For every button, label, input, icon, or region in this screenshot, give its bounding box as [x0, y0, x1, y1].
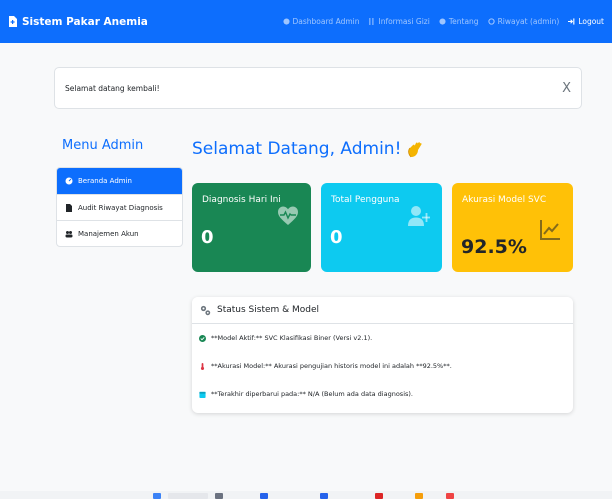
speedometer-icon	[282, 18, 290, 25]
card-value: 0	[330, 227, 343, 248]
check-circle-icon	[199, 334, 206, 342]
thermometer-icon	[200, 362, 205, 370]
alert-message: Selamat datang kembali!	[65, 83, 160, 93]
chart-line-icon	[540, 220, 560, 240]
fork-knife-icon	[369, 18, 374, 25]
sidebar-menu: Beranda Admin Audit Riwayat Diagnosis Ma…	[56, 167, 183, 247]
file-icon	[66, 203, 72, 212]
status-text: **Terakhir diperbarui pada:** N/A (Belum…	[211, 390, 413, 398]
card-akurasi-model[interactable]: Akurasi Model SVC 92.5%	[452, 183, 573, 272]
page-title: Selamat Datang, Admin!	[192, 139, 423, 159]
nav-item-dashboard-admin[interactable]: Dashboard Admin	[282, 17, 360, 26]
top-navbar: Sistem Pakar Anemia Dashboard Admin Info…	[0, 0, 612, 43]
sidebar-item-beranda-admin[interactable]: Beranda Admin	[57, 168, 182, 194]
nav-label: Tentang	[448, 17, 479, 26]
speedometer-icon	[65, 177, 73, 185]
info-icon	[439, 18, 446, 25]
status-row: **Model Aktif:** SVC Klasifikasi Biner (…	[199, 334, 372, 342]
sidebar-item-label: Manajemen Akun	[78, 229, 139, 238]
nav-label: Informasi Gizi	[378, 17, 430, 26]
status-text: **Akurasi Model:** Akurasi pengujian his…	[211, 362, 452, 370]
navbar-brand[interactable]: Sistem Pakar Anemia	[8, 16, 148, 28]
status-row: **Terakhir diperbarui pada:** N/A (Belum…	[199, 390, 413, 398]
heart-pulse-icon	[278, 206, 298, 225]
nav-item-riwayat[interactable]: Riwayat (admin)	[487, 17, 560, 26]
sidebar-item-label: Beranda Admin	[78, 177, 132, 185]
status-title: Status Sistem & Model	[217, 305, 320, 315]
status-panel-header: Status Sistem & Model	[192, 297, 573, 324]
nav-item-tentang[interactable]: Tentang	[439, 17, 479, 26]
gears-icon	[200, 305, 211, 315]
history-icon	[487, 18, 495, 25]
file-medical-icon	[9, 16, 17, 27]
app-icon[interactable]	[415, 493, 423, 499]
sidebar-title: Menu Admin	[62, 138, 144, 153]
taskview-icon[interactable]	[215, 493, 223, 499]
app-icon[interactable]	[320, 493, 328, 499]
users-icon	[65, 230, 73, 237]
sidebar-item-audit-riwayat[interactable]: Audit Riwayat Diagnosis	[57, 194, 182, 220]
status-panel: Status Sistem & Model **Model Aktif:** S…	[192, 297, 573, 413]
logout-icon	[568, 18, 575, 25]
status-row: **Akurasi Model:** Akurasi pengujian his…	[199, 362, 452, 370]
nav-item-informasi-gizi[interactable]: Informasi Gizi	[368, 17, 430, 26]
os-taskbar	[0, 491, 612, 499]
alert-close-button[interactable]: X	[562, 81, 571, 96]
nav-menu: Dashboard Admin Informasi Gizi Tentang R…	[282, 17, 604, 26]
brand-label: Sistem Pakar Anemia	[22, 15, 148, 28]
card-value: 92.5%	[461, 236, 527, 258]
start-icon[interactable]	[153, 493, 161, 499]
nav-label: Riwayat (admin)	[497, 17, 560, 26]
app-icon[interactable]	[260, 493, 268, 499]
status-text: **Model Aktif:** SVC Klasifikasi Biner (…	[211, 334, 373, 342]
app-icon[interactable]	[375, 493, 383, 499]
card-title: Akurasi Model SVC	[462, 195, 547, 205]
sidebar-item-manajemen-akun[interactable]: Manajemen Akun	[57, 220, 182, 246]
nav-label: Dashboard Admin	[292, 17, 360, 26]
welcome-alert: Selamat datang kembali! X	[54, 67, 582, 109]
taskbar-search-icon[interactable]	[168, 493, 208, 499]
app-icon[interactable]	[446, 493, 454, 499]
sidebar-item-label: Audit Riwayat Diagnosis	[78, 203, 163, 212]
card-value: 0	[201, 227, 214, 248]
nav-item-logout[interactable]: Logout	[568, 17, 604, 26]
card-diagnosis-hari-ini[interactable]: Diagnosis Hari Ini 0	[192, 183, 311, 272]
user-plus-icon	[408, 206, 430, 226]
calendar-icon	[199, 391, 206, 398]
welcome-text: Selamat Datang, Admin!	[192, 139, 402, 159]
card-total-pengguna[interactable]: Total Pengguna 0	[321, 183, 442, 272]
waving-hand-icon	[408, 141, 422, 157]
nav-label: Logout	[578, 17, 604, 26]
